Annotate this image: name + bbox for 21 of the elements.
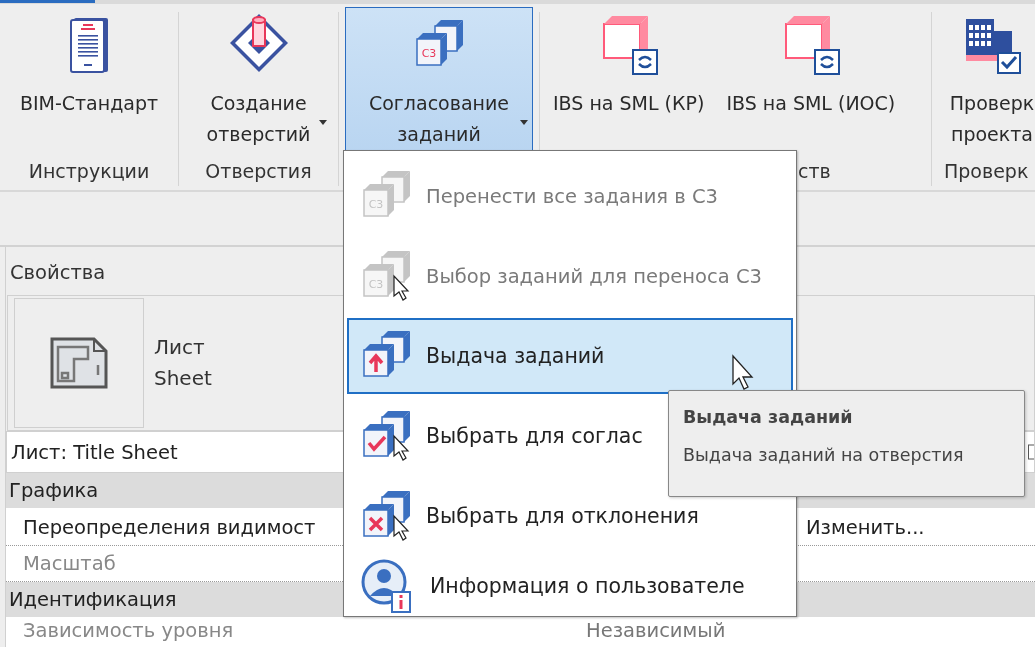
ribbon-button[interactable]: Создание отверстий (185, 7, 332, 154)
group-label: ств (797, 159, 832, 184)
group-label: Проверк (943, 159, 1030, 184)
panel-title: Свойства (10, 261, 106, 285)
parameter-name: Переопределения видимост (23, 516, 316, 539)
ribbon-button[interactable]: BIM-Стандарт (6, 7, 172, 154)
tooltip-description: Выдача заданий на отверстия (683, 445, 965, 465)
sheet-icon (48, 335, 110, 391)
ribbon-button[interactable]: IBS на SML (КР) (546, 7, 712, 154)
menu-item[interactable]: Информация о пользователе (347, 556, 793, 616)
group-label: Отверстия (204, 159, 313, 184)
parameter-name: Масштаб (23, 552, 116, 575)
edit-button[interactable]: Изменить... (806, 516, 925, 539)
parameter-name: Зависимость уровня (23, 619, 234, 642)
ribbon-button[interactable]: IBS на SML (ИОС) (719, 7, 903, 154)
ribbon-button[interactable]: Проверк проекта (938, 7, 1035, 154)
type-name: Лист Sheet (154, 334, 212, 392)
group-label: Инструкции (27, 159, 151, 184)
tooltip-title: Выдача заданий (683, 407, 854, 427)
parameter-value: Независимый (585, 619, 726, 642)
menu-item[interactable]: Выбрать для отклонения (347, 476, 793, 556)
